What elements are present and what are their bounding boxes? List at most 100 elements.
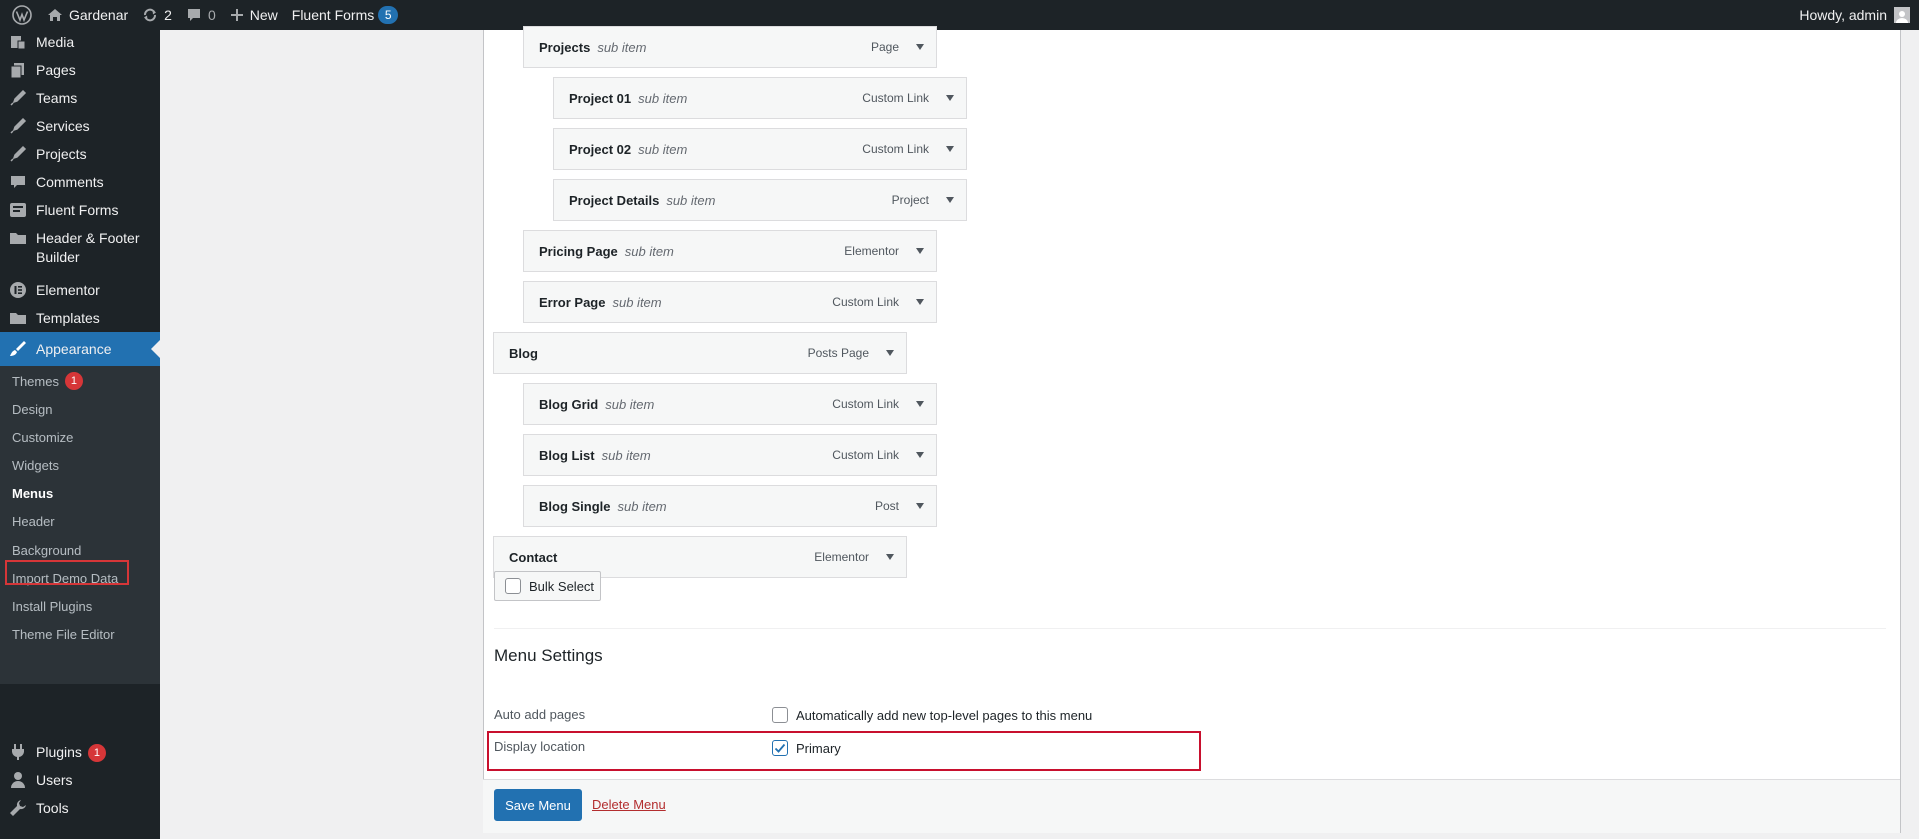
auto-add-pages-checkbox[interactable] [772, 707, 788, 723]
sidebar-item-plugins[interactable]: Plugins 1 [0, 742, 160, 762]
sidebar-item-elementor[interactable]: Elementor [0, 280, 160, 300]
auto-add-pages-label: Auto add pages [494, 707, 586, 722]
sidebar-item-label: Header & Footer Builder [36, 230, 140, 265]
sidebar-separator [0, 272, 160, 273]
submenu-item-header[interactable]: Header [12, 511, 55, 531]
sidebar-item-tools[interactable]: Tools [0, 798, 160, 818]
submenu-item-menus[interactable]: Menus [12, 483, 53, 503]
menu-item-type: Post [874, 499, 899, 513]
appearance-submenu: Themes 1 Design Customize Widgets Menus … [0, 366, 160, 684]
tools-icon [0, 798, 36, 818]
sidebar-item-label: Services [36, 118, 90, 134]
sidebar-item-label: Appearance [36, 340, 112, 357]
menu-item-title: Blog Grid [539, 396, 599, 412]
sidebar-item-pages[interactable]: Pages [0, 60, 160, 80]
bulk-select-label: Bulk Select [529, 578, 595, 594]
caret-down-icon[interactable] [914, 449, 926, 461]
caret-down-icon[interactable] [914, 41, 926, 53]
comments-link[interactable]: 0 [179, 0, 223, 30]
comments-count: 0 [207, 7, 216, 23]
sidebar-item-templates[interactable]: Templates [0, 308, 160, 328]
sidebar-item-comments[interactable]: Comments [0, 172, 160, 192]
menus-highlight-box [5, 560, 129, 585]
site-name-link[interactable]: Gardenar [40, 0, 135, 30]
sidebar-item-users[interactable]: Users [0, 770, 160, 790]
sidebar-item-media[interactable]: Media [0, 32, 160, 52]
sidebar-item-header-footer-builder[interactable]: Header & Footer Builder [0, 228, 160, 267]
menu-item-project-01[interactable]: Project 01 sub item Custom Link [553, 77, 967, 119]
submenu-item-install-plugins[interactable]: Install Plugins [12, 596, 92, 616]
menu-item-subtag: sub item [617, 498, 667, 514]
menu-footer-bar [483, 779, 1900, 833]
caret-down-icon[interactable] [914, 500, 926, 512]
caret-down-icon[interactable] [944, 143, 956, 155]
menu-item-project-details[interactable]: Project Details sub item Project [553, 179, 967, 221]
auto-add-pages-option[interactable]: Automatically add new top-level pages to… [772, 707, 1092, 723]
sidebar-item-projects[interactable]: Projects [0, 144, 160, 164]
menu-item-title: Blog List [539, 447, 595, 463]
plus-icon [230, 8, 244, 22]
updates-link[interactable]: 2 [135, 0, 179, 30]
submenu-item-label: Install Plugins [12, 598, 93, 614]
submenu-item-customize[interactable]: Customize [12, 427, 73, 447]
menu-item-title: Project 02 [569, 141, 632, 157]
save-menu-button[interactable]: Save Menu [494, 789, 582, 821]
submenu-item-label: Menus [12, 485, 54, 501]
menu-item-title: Projects [539, 39, 591, 55]
menu-item-subtag: sub item [597, 39, 647, 55]
folder-icon [0, 308, 36, 328]
menu-item-title: Error Page [539, 294, 606, 310]
menu-item-projects[interactable]: Projects sub item Page [523, 26, 937, 68]
caret-down-icon[interactable] [914, 398, 926, 410]
sidebar-item-label: Pages [36, 62, 76, 78]
submenu-item-label: Theme File Editor [12, 626, 115, 642]
caret-down-icon[interactable] [884, 551, 896, 563]
menu-item-type: Project [891, 193, 929, 207]
submenu-item-background[interactable]: Background [12, 540, 81, 560]
menu-item-subtag: sub item [638, 141, 688, 157]
sidebar-item-fluent-forms[interactable]: Fluent Forms [0, 200, 160, 220]
bulk-select-checkbox[interactable] [505, 578, 521, 594]
menu-item-blog-list[interactable]: Blog List sub item Custom Link [523, 434, 937, 476]
menu-item-blog-single[interactable]: Blog Single sub item Post [523, 485, 937, 527]
submenu-item-design[interactable]: Design [12, 399, 52, 419]
sidebar-item-appearance[interactable]: Appearance [0, 332, 160, 366]
menu-item-pricing-page[interactable]: Pricing Page sub item Elementor [523, 230, 937, 272]
site-name: Gardenar [69, 7, 129, 23]
caret-down-icon[interactable] [914, 245, 926, 257]
menu-item-subtag: sub item [601, 447, 651, 463]
caret-down-icon[interactable] [884, 347, 896, 359]
submenu-item-themes[interactable]: Themes 1 [12, 371, 83, 391]
my-account-link[interactable]: Howdy, admin [1799, 7, 1919, 23]
home-icon [47, 7, 63, 23]
submenu-item-theme-file-editor[interactable]: Theme File Editor [12, 624, 115, 644]
folder-icon [0, 228, 36, 248]
new-label: New [249, 7, 278, 23]
menu-item-type: Page [870, 40, 899, 54]
menu-item-title: Project 01 [569, 90, 632, 106]
updates-count: 2 [164, 7, 172, 23]
sidebar-item-services[interactable]: Services [0, 116, 160, 136]
fluent-forms-count-badge: 5 [378, 6, 399, 24]
pin-icon [0, 144, 36, 164]
fluent-forms-link[interactable]: Fluent Forms 5 [285, 0, 405, 30]
menu-item-blog[interactable]: Blog Posts Page [493, 332, 907, 374]
delete-menu-link[interactable]: Delete Menu [592, 797, 666, 812]
sidebar-item-label: Projects [36, 146, 87, 162]
new-content-link[interactable]: New [223, 0, 285, 30]
caret-down-icon[interactable] [944, 92, 956, 104]
menu-item-project-02[interactable]: Project 02 sub item Custom Link [553, 128, 967, 170]
menu-item-error-page[interactable]: Error Page sub item Custom Link [523, 281, 937, 323]
fluent-forms-label: Fluent Forms [291, 7, 375, 23]
submenu-item-widgets[interactable]: Widgets [12, 455, 59, 475]
howdy-text: Howdy, admin [1799, 7, 1887, 23]
wordpress-logo-icon[interactable] [4, 0, 40, 30]
comment-icon [186, 7, 202, 23]
caret-down-icon[interactable] [944, 194, 956, 206]
menu-item-type: Elementor [814, 550, 869, 564]
caret-down-icon[interactable] [914, 296, 926, 308]
menu-item-blog-grid[interactable]: Blog Grid sub item Custom Link [523, 383, 937, 425]
sidebar-item-teams[interactable]: Teams [0, 88, 160, 108]
bulk-select-button[interactable]: Bulk Select [494, 571, 601, 601]
menu-item-title: Blog Single [539, 498, 611, 514]
